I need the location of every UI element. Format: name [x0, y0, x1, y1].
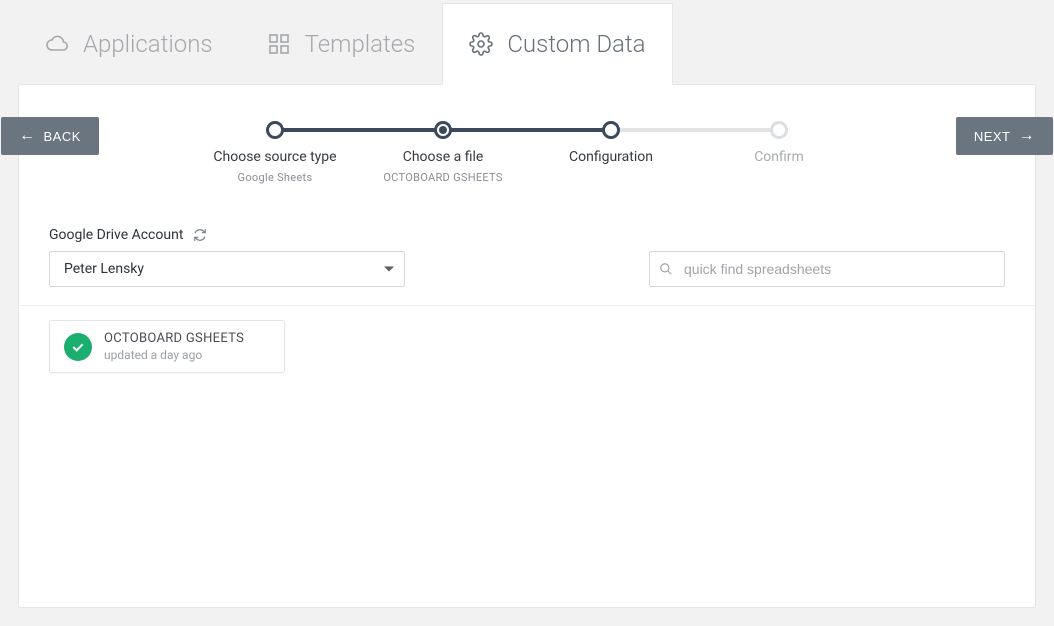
- cloud-icon: [45, 32, 69, 56]
- step-dot-2[interactable]: [434, 121, 452, 139]
- step-3-title: Configuration: [527, 149, 695, 165]
- search-input[interactable]: [649, 251, 1005, 287]
- step-1-sub: Google Sheets: [191, 171, 359, 184]
- step-1-title: Choose source type: [191, 149, 359, 165]
- tab-templates[interactable]: Templates: [240, 3, 443, 84]
- grid-icon: [267, 32, 291, 56]
- account-selected-value: Peter Lensky: [64, 261, 144, 277]
- tab-applications[interactable]: Applications: [18, 3, 240, 84]
- next-button[interactable]: NEXT →: [956, 117, 1053, 155]
- back-button-label: BACK: [44, 129, 81, 144]
- file-title: OCTOBOARD GSHEETS: [104, 331, 244, 346]
- arrow-right-icon: →: [1019, 128, 1036, 144]
- refresh-icon[interactable]: [193, 228, 207, 242]
- tab-custom-data[interactable]: Custom Data: [442, 3, 672, 85]
- file-subtitle: updated a day ago: [104, 348, 244, 362]
- check-icon: [64, 333, 92, 361]
- search-icon: [659, 262, 673, 276]
- step-dot-3[interactable]: [602, 121, 620, 139]
- arrow-left-icon: ←: [19, 128, 36, 144]
- step-2-title: Choose a file: [359, 149, 527, 165]
- next-button-label: NEXT: [974, 129, 1011, 144]
- tab-label: Templates: [305, 30, 416, 58]
- chevron-down-icon: [384, 267, 394, 272]
- account-label: Google Drive Account: [49, 227, 183, 243]
- step-dot-1[interactable]: [266, 121, 284, 139]
- wizard-panel: ← BACK Choose source type Google Sheets: [18, 84, 1036, 608]
- step-4-title: Confirm: [695, 149, 863, 165]
- file-list: OCTOBOARD GSHEETS updated a day ago: [19, 306, 1035, 387]
- step-dot-4[interactable]: [770, 121, 788, 139]
- back-button[interactable]: ← BACK: [1, 117, 99, 155]
- file-item[interactable]: OCTOBOARD GSHEETS updated a day ago: [49, 320, 285, 373]
- gear-icon: [469, 32, 493, 56]
- stepper: Choose source type Google Sheets Choose …: [191, 121, 863, 184]
- step-2-sub: OCTOBOARD GSHEETS: [359, 171, 527, 184]
- tab-label: Applications: [83, 30, 213, 58]
- tab-label: Custom Data: [507, 30, 645, 58]
- account-select[interactable]: Peter Lensky: [49, 251, 405, 287]
- main-tabs: Applications Templates Custom Data: [18, 0, 1036, 84]
